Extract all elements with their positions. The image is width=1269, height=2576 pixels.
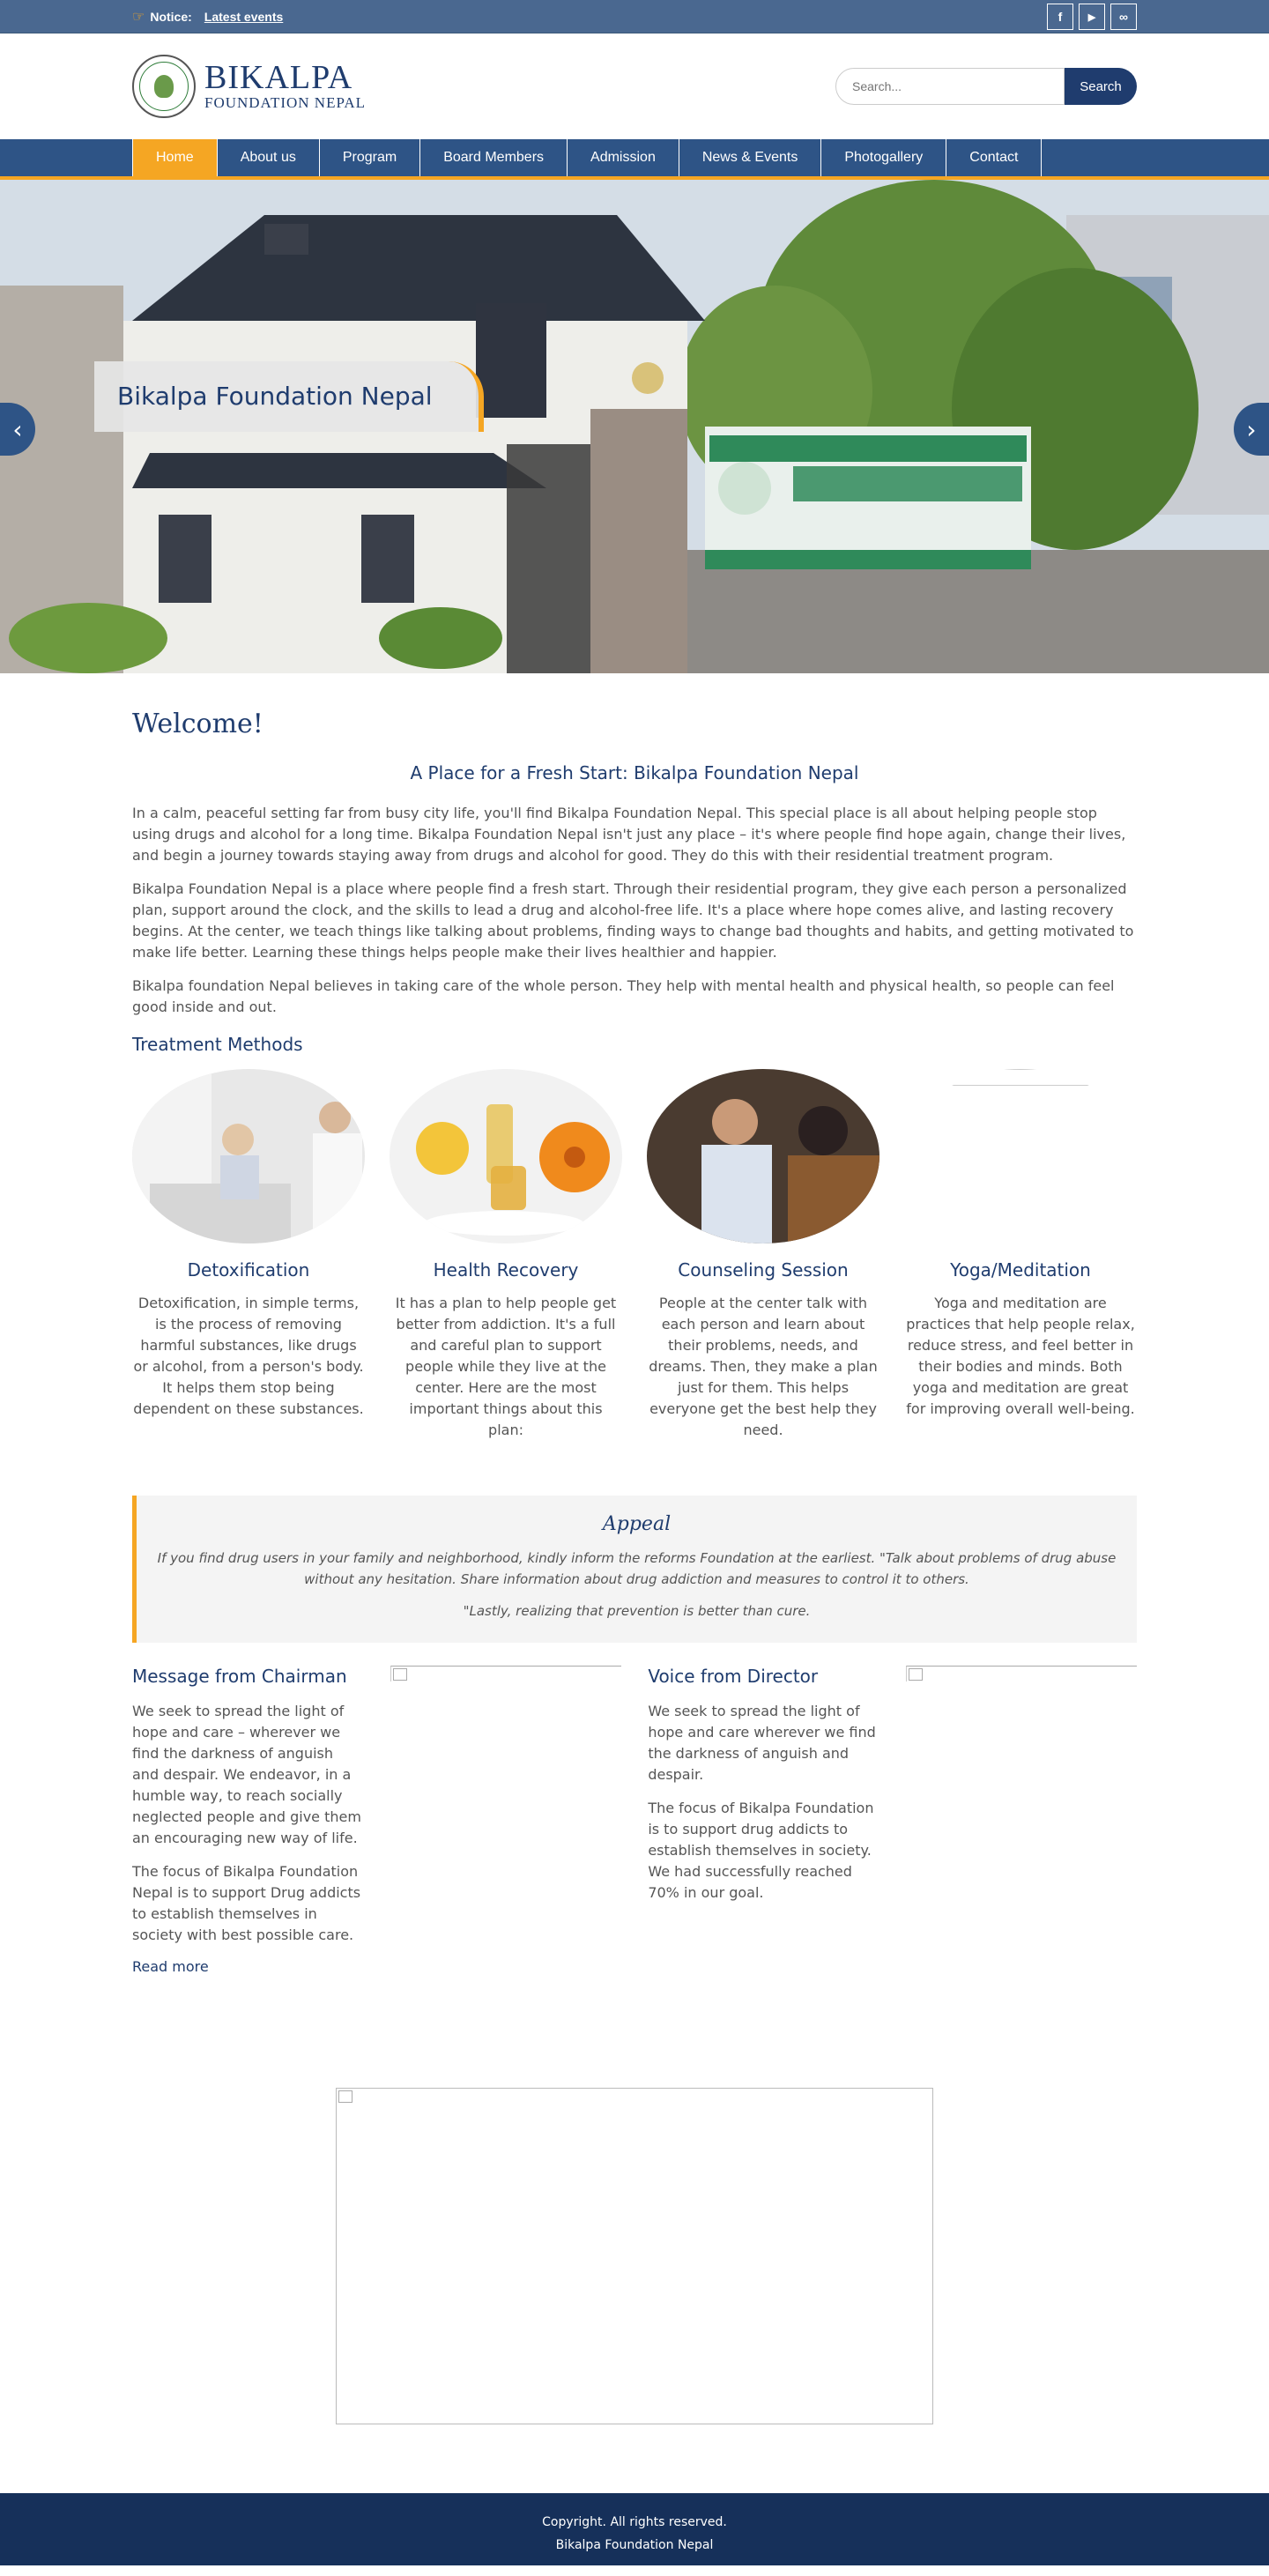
counseling-image [647,1069,879,1243]
method-text: It has a plan to help people get better … [395,1295,617,1438]
welcome-paragraph: In a calm, peaceful setting far from bus… [132,805,1126,864]
method-text: Detoxification, in simple terms, is the … [133,1295,364,1417]
notice-label: Notice: [150,10,192,24]
nav-item-admission[interactable]: Admission [568,139,679,176]
search-form: Search [835,68,1137,105]
top-bar: ☞ Notice: Latest events f ▶ ∞ [0,0,1269,33]
main-content: Welcome! A Place for a Fresh Start: Bika… [0,673,1269,2424]
map-embed-placeholder[interactable] [336,2088,933,2424]
health-recovery-image [390,1069,622,1243]
nav-item-contact[interactable]: Contact [946,139,1043,176]
latest-events-link[interactable]: Latest events [204,10,283,24]
welcome-paragraph: Bikalpa foundation Nepal believes in tak… [132,977,1115,1015]
broken-image-icon [390,1666,621,1681]
hero-caption: Bikalpa Foundation Nepal [94,361,484,432]
read-more-link[interactable]: Read more [132,1958,209,1975]
chairman-title: Message from Chairman [132,1666,347,1687]
site-header: BIKALPA FOUNDATION NEPAL Search [0,33,1269,139]
link-icon[interactable]: ∞ [1110,4,1137,30]
treatment-methods: Detoxification Detoxification, in simple… [132,1069,1137,1441]
welcome-paragraph: Bikalpa Foundation Nepal is a place wher… [132,880,1134,961]
nav-item-board-members[interactable]: Board Members [420,139,568,176]
appeal-text: "Lastly, realizing that prevention is be… [463,1603,811,1619]
main-nav: Home About us Program Board Members Admi… [0,139,1269,180]
notice: ☞ Notice: Latest events [132,8,283,26]
chairman-text: The focus of Bikalpa Foundation Nepal is… [132,1863,361,1943]
chairman-message: Message from Chairman We seek to spread … [132,1666,363,1975]
nav-item-photogallery[interactable]: Photogallery [821,139,947,176]
site-footer: Copyright. All rights reserved. Bikalpa … [0,2493,1269,2565]
method-title: Detoxification [187,1259,310,1281]
detox-image [132,1069,365,1243]
nav-item-program[interactable]: Program [320,139,421,176]
welcome-subtitle: A Place for a Fresh Start: Bikalpa Found… [410,762,859,783]
broken-image-icon [905,1666,1137,1681]
messages-section: Message from Chairman We seek to spread … [132,1666,1137,1975]
footer-org-name: Bikalpa Foundation Nepal [555,2538,714,2552]
method-title: Health Recovery [433,1259,579,1281]
director-photo-placeholder [905,1666,1137,1975]
hero-slider: ‹ › Bikalpa Foundation Nepal [0,180,1269,673]
director-text: We seek to spread the light of hope and … [648,1703,876,1783]
welcome-title: Welcome! [132,709,263,739]
search-input[interactable] [835,68,1065,105]
nav-item-news-events[interactable]: News & Events [679,139,822,176]
nav-item-about[interactable]: About us [218,139,320,176]
appeal-text: If you find drug users in your family an… [157,1550,1117,1587]
method-text: People at the center talk with each pers… [649,1295,878,1438]
method-text: Yoga and meditation are practices that h… [906,1295,1135,1417]
method-title: Yoga/Meditation [950,1259,1091,1281]
brand-subtitle: FOUNDATION NEPAL [204,94,367,111]
appeal-box: Appeal If you find drug users in your fa… [132,1496,1137,1643]
director-message: Voice from Director We seek to spread th… [648,1666,879,1975]
method-card: Yoga/Meditation Yoga and meditation are … [904,1069,1137,1441]
social-links: f ▶ ∞ [1047,4,1137,30]
logo-seal-icon [132,55,196,118]
method-title: Counseling Session [678,1259,849,1281]
search-button[interactable]: Search [1065,68,1137,105]
director-title: Voice from Director [648,1666,819,1687]
chairman-photo-placeholder [390,1666,621,1975]
method-card: Detoxification Detoxification, in simple… [132,1069,365,1441]
method-card: Health Recovery It has a plan to help pe… [390,1069,622,1441]
logo[interactable]: BIKALPA FOUNDATION NEPAL [132,55,366,118]
director-text: The focus of Bikalpa Foundation is to su… [648,1800,874,1901]
youtube-icon[interactable]: ▶ [1079,4,1105,30]
brand-name: BIKALPA [204,59,353,96]
nav-item-home[interactable]: Home [133,139,218,176]
yoga-image-placeholder [904,1069,1137,1243]
treatment-heading: Treatment Methods [132,1034,303,1055]
appeal-title: Appeal [602,1513,672,1535]
facebook-icon[interactable]: f [1047,4,1073,30]
copyright-text: Copyright. All rights reserved. [542,2515,727,2529]
method-card: Counseling Session People at the center … [647,1069,879,1441]
pointing-hand-icon: ☞ [132,10,145,25]
chairman-text: We seek to spread the light of hope and … [132,1703,361,1846]
